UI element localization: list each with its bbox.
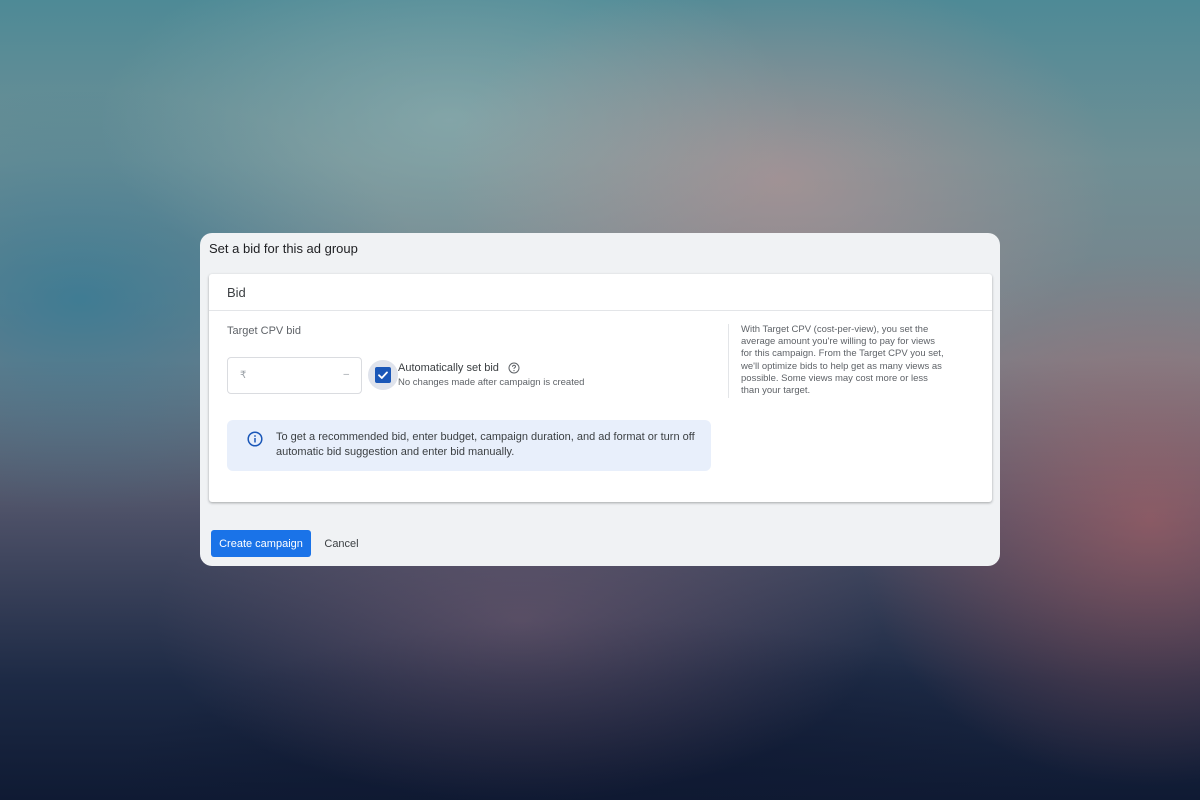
info-banner: To get a recommended bid, enter budget, … (227, 420, 711, 471)
target-cpv-input[interactable]: ₹ – (227, 357, 362, 394)
target-cpv-label: Target CPV bid (227, 325, 301, 337)
target-cpv-help-text: With Target CPV (cost-per-view), you set… (741, 324, 944, 397)
auto-bid-checkbox[interactable] (375, 367, 391, 383)
bid-section-header: Bid (209, 274, 992, 311)
vertical-divider (728, 324, 729, 398)
create-campaign-button[interactable]: Create campaign (211, 530, 311, 557)
auto-bid-sublabel: No changes made after campaign is create… (398, 377, 585, 388)
info-icon (247, 431, 263, 447)
bid-card: Bid Target CPV bid ₹ – Automatically set… (209, 274, 992, 502)
currency-symbol: ₹ (240, 370, 247, 381)
info-banner-text: To get a recommended bid, enter budget, … (276, 431, 695, 458)
bid-dialog: Set a bid for this ad group Bid Target C… (200, 233, 1000, 566)
cancel-button[interactable]: Cancel (319, 530, 364, 557)
dialog-title: Set a bid for this ad group (209, 241, 358, 256)
auto-bid-label[interactable]: Automatically set bid (398, 362, 499, 374)
input-trailing-dash: – (343, 369, 349, 380)
help-circle-icon[interactable] (508, 362, 520, 374)
section-title: Bid (227, 285, 246, 300)
checkmark-icon (378, 371, 388, 379)
